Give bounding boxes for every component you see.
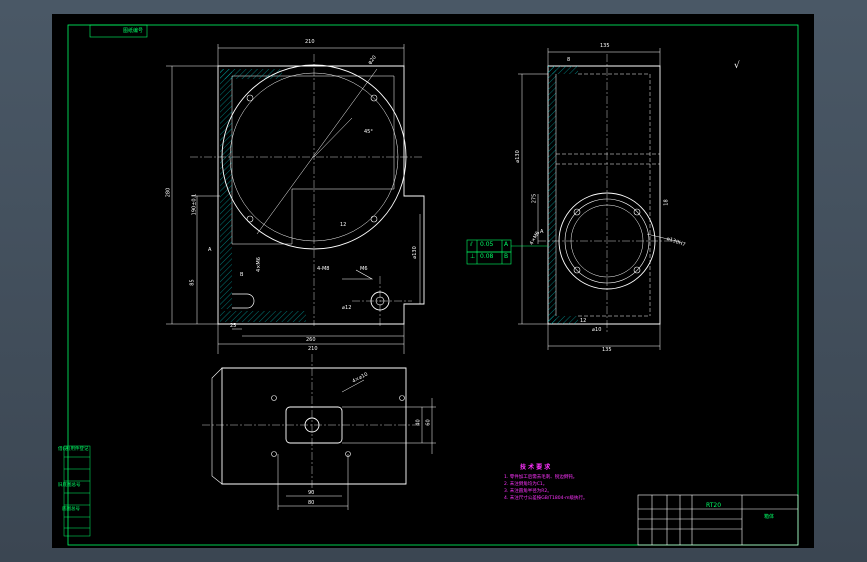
roughness-mark: √ [734, 61, 740, 71]
bottom-view [202, 354, 436, 510]
side-dim-bore-height: ⌀130 [514, 150, 521, 163]
front-dim-bore: ⌀130 [411, 246, 418, 259]
front-dim-small: 25 [230, 323, 237, 329]
front-angle-note: 45° [364, 129, 373, 135]
side-hatch-left [548, 66, 556, 324]
title-part-name: 箱体 [764, 514, 775, 520]
tol-1-value: 0.05 [480, 241, 494, 248]
tech-req-title: 技 术 要 求 [520, 464, 551, 471]
front-dim-width-top: 210 [305, 39, 315, 45]
side-hatch-top [548, 66, 578, 74]
side-hatch-bottom [548, 316, 578, 324]
front-small-bore-label: ⌀12 [342, 305, 352, 311]
front-dim-lower: 85 [189, 279, 196, 286]
front-dim-12: 12 [340, 222, 347, 228]
side-dim-width-top: 135 [600, 43, 610, 49]
tech-req-4: 4. 未注尺寸公差按GB/T1804-m级执行。 [504, 496, 588, 501]
title-drawing-code: RT20 [706, 502, 722, 509]
side-dim-width-bottom: 135 [602, 347, 612, 353]
bottom-dim-inner: 90 [308, 490, 315, 496]
side-view [518, 48, 681, 350]
bottom-dim-height-inner: 40 [415, 419, 422, 426]
tol-1-symbol: ⫽ [470, 241, 473, 248]
tol-2-value: 0.08 [480, 253, 494, 260]
tol-1-datum: A [504, 241, 509, 248]
front-dim-height: 280 [165, 187, 172, 198]
tech-req-2: 2. 未注倒角均为C1。 [504, 482, 548, 487]
side-dim-18: 18 [663, 199, 670, 206]
front-tap-note: 4×M6 [255, 257, 262, 272]
strip-label-5: 底图总号 [62, 507, 80, 512]
front-dim-bottom-inner: 260 [306, 337, 316, 343]
tech-req-1: 1. 零件加工后需去毛刺、锐边倒钝。 [504, 475, 578, 480]
side-dim-main: 275 [531, 193, 538, 204]
drawing-sheet: 图纸编号 借(通)用件登记 旧底图总号 底图总号 210 280 190±0.1… [52, 14, 814, 548]
front-dim-bottom: 210 [308, 346, 318, 352]
sheet-border [67, 24, 799, 546]
front-hatch-bottom [220, 311, 306, 322]
front-thread-note: M6 [360, 266, 368, 272]
stamp-label: 图纸编号 [123, 28, 144, 34]
side-bottom-small: 12 [580, 318, 587, 324]
bottom-dim-outer: 80 [308, 500, 315, 506]
side-bottom-hole: ⌀10 [592, 327, 602, 333]
front-datum-b: B [240, 272, 244, 278]
front-datum-a: A [208, 247, 212, 253]
tech-req-3: 3. 未注圆角半径为R2。 [504, 489, 552, 494]
side-dim-top-left: 8 [567, 57, 571, 63]
tol-2-datum: B [504, 253, 509, 260]
front-dim-inner-height: 190±0.1 [191, 193, 198, 216]
bottom-dim-height-outer: 60 [425, 419, 432, 426]
strip-label-3: 旧底图总号 [58, 483, 81, 488]
cad-drawing [63, 24, 799, 546]
side-datum-a: A [540, 229, 544, 235]
tol-2-symbol: ⊥ [470, 253, 476, 260]
strip-label-1: 借(通)用件登记 [58, 447, 89, 452]
front-hatch-left [220, 69, 232, 309]
front-hole-note: 4-M8 [317, 266, 330, 272]
front-hatch-top [220, 69, 282, 79]
front-view [166, 44, 425, 354]
